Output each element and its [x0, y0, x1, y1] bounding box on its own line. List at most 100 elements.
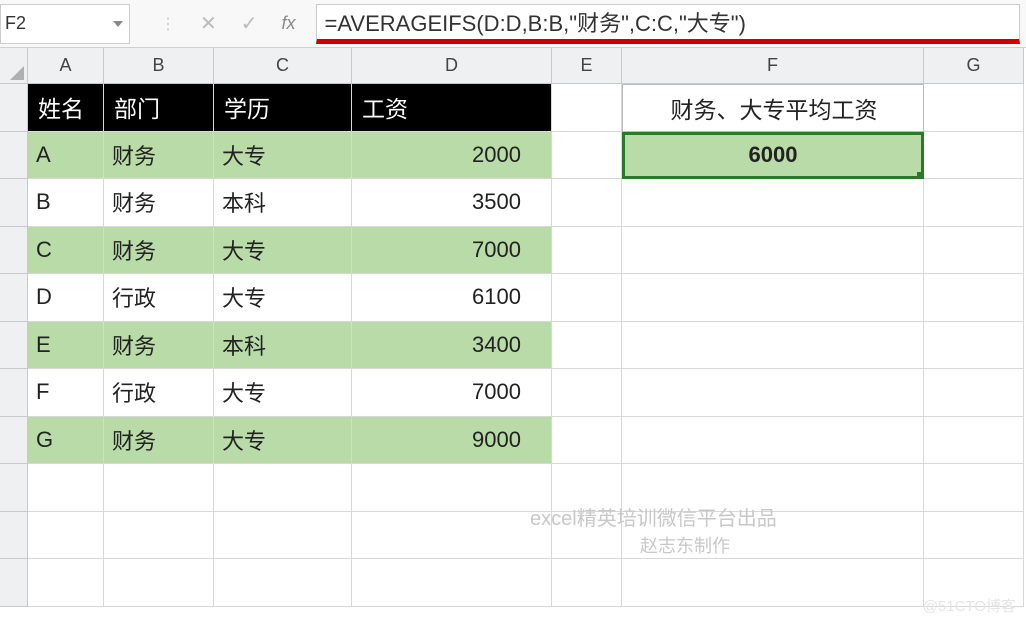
column-header[interactable]: F: [622, 48, 924, 84]
cell[interactable]: [104, 464, 214, 512]
cell[interactable]: [104, 512, 214, 560]
cell[interactable]: 行政: [104, 369, 214, 417]
cell[interactable]: [924, 274, 1024, 322]
cell[interactable]: 大专: [214, 274, 352, 322]
cell[interactable]: 2000: [352, 132, 552, 180]
cell[interactable]: [28, 464, 104, 512]
cell[interactable]: 本科: [214, 322, 352, 370]
cell[interactable]: C: [28, 227, 104, 275]
chevron-down-icon[interactable]: [113, 21, 123, 27]
cell[interactable]: 大专: [214, 369, 352, 417]
cell[interactable]: [28, 512, 104, 560]
row-header[interactable]: 3: [0, 179, 28, 227]
cell[interactable]: [552, 512, 622, 560]
cell[interactable]: [924, 512, 1024, 560]
cell[interactable]: [924, 559, 1024, 607]
cell[interactable]: [352, 464, 552, 512]
row-header[interactable]: 6: [0, 322, 28, 370]
row-header[interactable]: 1: [0, 84, 28, 132]
cell[interactable]: [622, 322, 924, 370]
cell[interactable]: 大专: [214, 417, 352, 465]
result-header-cell[interactable]: 财务、大专平均工资: [622, 84, 924, 132]
cell[interactable]: E: [28, 322, 104, 370]
cell[interactable]: [552, 132, 622, 180]
cell[interactable]: [924, 417, 1024, 465]
row-header[interactable]: 7: [0, 369, 28, 417]
row-header[interactable]: 11: [0, 559, 28, 607]
cell[interactable]: [924, 179, 1024, 227]
cell[interactable]: 9000: [352, 417, 552, 465]
cell[interactable]: [214, 464, 352, 512]
cell[interactable]: [622, 512, 924, 560]
cell[interactable]: 7000: [352, 369, 552, 417]
cell[interactable]: [622, 464, 924, 512]
cell[interactable]: [214, 512, 352, 560]
cancel-icon[interactable]: ✕: [200, 11, 217, 36]
cell[interactable]: [924, 132, 1024, 180]
cell[interactable]: [924, 227, 1024, 275]
cell[interactable]: [924, 84, 1024, 132]
formula-input[interactable]: =AVERAGEIFS(D:D,B:B,"财务",C:C,"大专"): [316, 4, 1020, 44]
cell[interactable]: 工资: [352, 84, 552, 132]
cell[interactable]: [622, 417, 924, 465]
cell[interactable]: [552, 179, 622, 227]
cell[interactable]: 3400: [352, 322, 552, 370]
enter-icon[interactable]: ✓: [241, 11, 258, 36]
cell[interactable]: [622, 559, 924, 607]
row-header[interactable]: 10: [0, 512, 28, 560]
cell[interactable]: G: [28, 417, 104, 465]
cell[interactable]: 财务: [104, 227, 214, 275]
cell[interactable]: [924, 322, 1024, 370]
cell[interactable]: 7000: [352, 227, 552, 275]
cell[interactable]: [352, 559, 552, 607]
column-header[interactable]: G: [924, 48, 1024, 84]
cell[interactable]: B: [28, 179, 104, 227]
cell[interactable]: [552, 559, 622, 607]
cell[interactable]: 财务: [104, 417, 214, 465]
cell[interactable]: A: [28, 132, 104, 180]
cell[interactable]: [552, 274, 622, 322]
cell[interactable]: [622, 369, 924, 417]
cell[interactable]: [622, 227, 924, 275]
column-header[interactable]: C: [214, 48, 352, 84]
cell[interactable]: 3500: [352, 179, 552, 227]
cell[interactable]: [552, 369, 622, 417]
column-header[interactable]: D: [352, 48, 552, 84]
cell[interactable]: [214, 559, 352, 607]
cell[interactable]: [924, 464, 1024, 512]
select-all-corner[interactable]: [0, 48, 28, 84]
cell[interactable]: 学历: [214, 84, 352, 132]
cell[interactable]: [622, 179, 924, 227]
cell[interactable]: [352, 512, 552, 560]
cell[interactable]: 财务: [104, 179, 214, 227]
fx-icon[interactable]: fx: [282, 13, 296, 34]
cell[interactable]: 姓名: [28, 84, 104, 132]
result-cell[interactable]: 6000: [622, 132, 924, 180]
cell[interactable]: 财务: [104, 322, 214, 370]
cell[interactable]: 行政: [104, 274, 214, 322]
row-header[interactable]: 2: [0, 132, 28, 180]
cell[interactable]: [552, 84, 622, 132]
cell[interactable]: F: [28, 369, 104, 417]
column-header[interactable]: A: [28, 48, 104, 84]
cell[interactable]: 本科: [214, 179, 352, 227]
cell[interactable]: [552, 227, 622, 275]
cell[interactable]: [622, 274, 924, 322]
row-header[interactable]: 4: [0, 227, 28, 275]
cell[interactable]: [552, 464, 622, 512]
cell[interactable]: 部门: [104, 84, 214, 132]
cell[interactable]: [924, 369, 1024, 417]
column-header[interactable]: E: [552, 48, 622, 84]
cell[interactable]: [552, 417, 622, 465]
cell[interactable]: [104, 559, 214, 607]
row-header[interactable]: 9: [0, 464, 28, 512]
column-header[interactable]: B: [104, 48, 214, 84]
cell[interactable]: [28, 559, 104, 607]
cell[interactable]: 大专: [214, 227, 352, 275]
cell[interactable]: 大专: [214, 132, 352, 180]
name-box[interactable]: F2: [0, 4, 130, 44]
cell[interactable]: [552, 322, 622, 370]
cell[interactable]: 财务: [104, 132, 214, 180]
row-header[interactable]: 5: [0, 274, 28, 322]
row-header[interactable]: 8: [0, 417, 28, 465]
